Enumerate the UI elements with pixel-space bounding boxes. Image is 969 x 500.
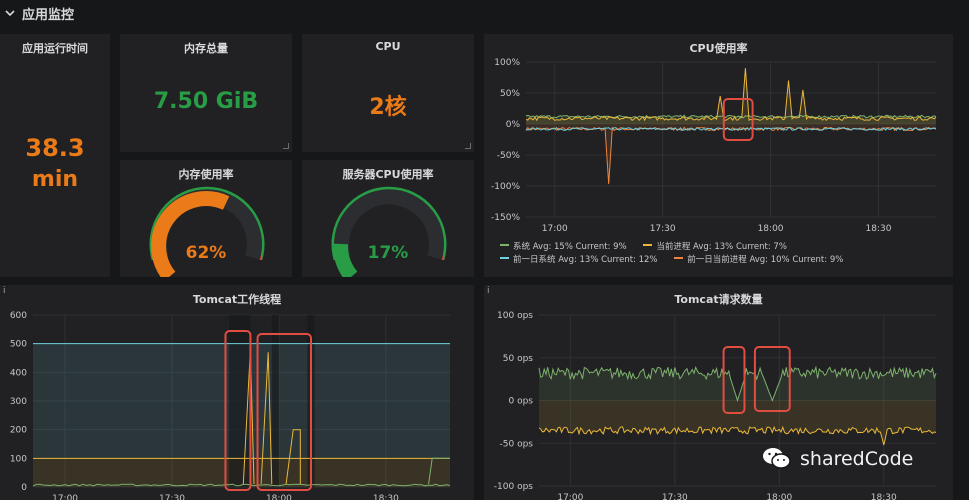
y-tick-label: 50% [500, 89, 520, 99]
tomcat-threads-graph[interactable]: 600 500 400 300 200 100 0 17:00 17:30 18:00 18:30 [0, 285, 474, 500]
chevron-down-icon [5, 10, 15, 17]
legend-swatch [500, 257, 509, 259]
section-title: 应用监控 [22, 8, 75, 23]
legend-name[interactable]: 前一日系统 [513, 255, 556, 265]
x-tick-label: 17:30 [650, 224, 676, 234]
prev-process-area [526, 124, 936, 185]
y-tick-label: 500 [10, 340, 27, 350]
legend-avg: Avg: 15% [532, 242, 573, 252]
x-tick-label: 18:30 [865, 224, 891, 234]
legend-name[interactable]: 系统 [513, 242, 530, 252]
current-process-line [525, 68, 937, 122]
x-tick-label: 17:00 [52, 494, 78, 500]
uptime-panel[interactable]: 应用运行时间 38.3 min [0, 34, 110, 277]
y-tick-label: -50% [497, 151, 521, 161]
cpu-cores-value: 2核 [369, 95, 407, 120]
x-tick-label: 17:00 [557, 493, 583, 500]
x-tick-label: 17:30 [662, 493, 688, 500]
memory-total-value: 7.50 GiB [153, 89, 259, 114]
legend-swatch [643, 244, 653, 246]
prev-process-line [525, 126, 937, 185]
legend-current: Current: 9% [792, 255, 844, 265]
legend-current: Current: 9% [575, 242, 627, 252]
y-tick-label: 100 [10, 454, 27, 464]
panel-title: 应用运行时间 [22, 42, 88, 55]
legend-avg: Avg: 13% [693, 242, 734, 252]
legend-current: Current: 12% [601, 255, 658, 265]
legend-swatch [500, 244, 509, 246]
y-tick-label: 100% [494, 58, 520, 68]
x-tick-label: 17:00 [542, 224, 568, 234]
uptime-unit: min [31, 167, 79, 192]
panel-title: 内存总量 [184, 42, 228, 55]
x-tick-label: 18:00 [266, 494, 292, 500]
y-tick-label: -50 ops [500, 439, 534, 449]
y-tick-label: 50 ops [503, 354, 534, 364]
wechat-icon [763, 448, 791, 469]
legend-name[interactable]: 前一日当前进程 [687, 255, 747, 265]
y-tick-label: -150% [491, 213, 520, 223]
memory-usage-value: 62% [185, 243, 227, 263]
memory-usage-panel[interactable]: 内存使用率 62% [120, 160, 292, 277]
resize-handle[interactable] [465, 143, 471, 149]
y-tick-label: -100% [491, 182, 520, 192]
y-tick-label: 600 [10, 311, 27, 321]
cpu-usage-panel[interactable]: CPU使用率 100% 50% 0% -50% -100% -150% 17:00 17:30… [484, 34, 953, 277]
uptime-value: 38.3 [25, 134, 85, 162]
resize-handle[interactable] [283, 143, 289, 149]
y-tick-label: 300 [10, 397, 27, 407]
legend-swatch [674, 257, 684, 259]
negative-area [539, 400, 936, 445]
section-header[interactable]: 应用监控 [0, 0, 969, 26]
x-tick-label: 18:30 [871, 493, 897, 500]
gap-region [271, 315, 279, 487]
requests-area [539, 367, 936, 401]
watermark: sharedCode [762, 442, 952, 476]
y-tick-label: 0 [21, 483, 27, 493]
x-tick-label: 17:30 [159, 494, 185, 500]
tomcat-threads-panel[interactable]: i Tomcat工作线程 600 500 400 300 200 100 0 17:00 17:… [0, 285, 474, 500]
y-tick-label: 200 [10, 426, 27, 436]
legend-avg: Avg: 10% [749, 255, 790, 265]
panel-title: CPU [375, 40, 401, 53]
cpu-legend: 系统 Avg: 15% Current: 9% 当前进程 Avg: 13% Cu… [492, 241, 945, 267]
x-tick-label: 18:00 [758, 224, 784, 234]
legend-name[interactable]: 当前进程 [656, 242, 690, 252]
x-tick-label: 18:00 [766, 493, 792, 500]
y-tick-label: 0% [506, 120, 521, 130]
y-tick-label: 400 [10, 368, 27, 378]
legend-current: Current: 7% [735, 242, 787, 252]
cpu-usage-graph[interactable]: 100% 50% 0% -50% -100% -150% 17:00 17:30 18:00 18… [484, 34, 953, 239]
y-tick-label: 0 ops [509, 397, 534, 407]
memory-total-panel[interactable]: 内存总量 7.50 GiB [120, 34, 292, 152]
server-cpu-panel[interactable]: 服务器CPU使用率 17% [302, 160, 474, 277]
legend-avg: Avg: 13% [558, 255, 599, 265]
x-tick-label: 18:30 [373, 494, 399, 500]
watermark-text: sharedCode [800, 448, 914, 470]
y-tick-label: 100 ops [497, 311, 533, 321]
gauge-fill [151, 191, 230, 277]
y-tick-label: -100 ops [494, 482, 534, 492]
server-cpu-value: 17% [367, 243, 409, 263]
cpu-cores-panel[interactable]: CPU 2核 [302, 34, 474, 152]
